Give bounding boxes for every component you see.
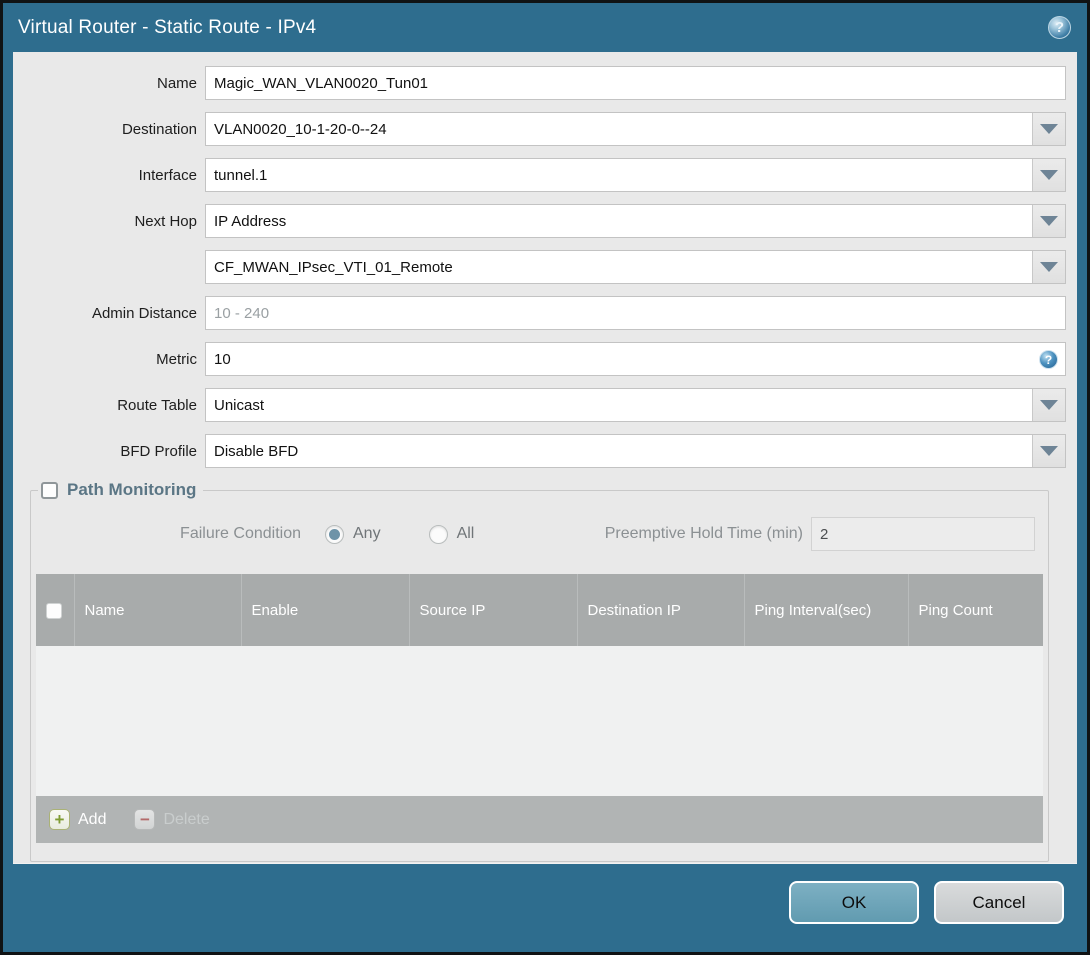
chevron-down-icon [1040, 446, 1058, 456]
path-monitoring-table: Name Enable Source IP Destination IP Pin… [36, 574, 1043, 843]
form-row-next-hop-address [13, 250, 1066, 284]
admin-distance-field-box [205, 296, 1066, 330]
name-label: Name [156, 74, 197, 92]
admin-distance-label: Admin Distance [91, 304, 197, 322]
table-header-select [36, 574, 75, 646]
preemptive-hold-time-input[interactable] [811, 517, 1035, 551]
form-row-destination: Destination [13, 112, 1066, 146]
interface-field-box [205, 158, 1066, 192]
destination-label: Destination [121, 120, 197, 138]
form-row-name: Name [13, 66, 1066, 100]
form-row-route-table: Route Table [13, 388, 1066, 422]
table-header-source-ip[interactable]: Source IP [409, 574, 578, 646]
delete-button-label: Delete [163, 810, 210, 828]
table-header-destination-ip[interactable]: Destination IP [577, 574, 745, 646]
chevron-down-icon [1040, 216, 1058, 226]
select-all-checkbox[interactable] [46, 602, 62, 619]
next-hop-dropdown-button[interactable] [1032, 205, 1065, 237]
table-empty-body [36, 646, 1043, 796]
next-hop-field-box [205, 204, 1066, 238]
path-monitoring-checkbox[interactable] [41, 481, 58, 499]
route-table-dropdown-button[interactable] [1032, 389, 1065, 421]
name-field-box [205, 66, 1066, 100]
form-row-metric: Metric ? [13, 342, 1066, 376]
radio-all-label: All [456, 525, 475, 542]
table-header-row: Name Enable Source IP Destination IP Pin… [36, 574, 1043, 646]
minus-icon: − [134, 809, 156, 830]
metric-help-icon[interactable]: ? [1039, 350, 1058, 369]
chevron-down-icon [1040, 124, 1058, 134]
failure-condition-label: Failure Condition [180, 525, 301, 542]
form-row-admin-distance: Admin Distance [13, 296, 1066, 330]
help-icon[interactable]: ? [1048, 16, 1071, 39]
route-table-input[interactable] [206, 389, 1065, 421]
form-row-interface: Interface [13, 158, 1066, 192]
form-row-next-hop: Next Hop [13, 204, 1066, 238]
chevron-down-icon [1040, 400, 1058, 410]
chevron-down-icon [1040, 170, 1058, 180]
metric-input[interactable] [206, 343, 1065, 375]
admin-distance-input[interactable] [206, 297, 1065, 329]
interface-label: Interface [138, 166, 197, 184]
destination-dropdown-button[interactable] [1032, 113, 1065, 145]
radio-any-label: Any [353, 525, 381, 542]
dialog-content: Name Destination Interface Next Hop [13, 52, 1077, 864]
name-input[interactable] [206, 67, 1065, 99]
bfd-profile-dropdown-button[interactable] [1032, 435, 1065, 467]
table-toolbar: + Add − Delete [36, 796, 1043, 843]
table-header-ping-interval[interactable]: Ping Interval(sec) [744, 574, 909, 646]
add-button[interactable]: + Add [49, 809, 106, 830]
route-table-label: Route Table [117, 396, 197, 414]
destination-input[interactable] [206, 113, 1065, 145]
failure-condition-row: Failure Condition Any All Preemptive Hol… [36, 516, 1043, 552]
radio-any[interactable] [325, 524, 344, 544]
path-monitoring-title: Path Monitoring [67, 480, 197, 499]
next-hop-address-field-box [205, 250, 1066, 284]
next-hop-type-input[interactable] [206, 205, 1065, 237]
delete-button[interactable]: − Delete [134, 809, 210, 830]
table-header-ping-count[interactable]: Ping Count [908, 574, 1043, 646]
route-table-field-box [205, 388, 1066, 422]
bfd-profile-input[interactable] [206, 435, 1065, 467]
form-row-bfd-profile: BFD Profile [13, 434, 1066, 468]
next-hop-label: Next Hop [134, 212, 197, 230]
bfd-profile-field-box [205, 434, 1066, 468]
failure-condition-option-any[interactable]: Any [325, 524, 381, 544]
metric-label: Metric [156, 350, 197, 368]
interface-dropdown-button[interactable] [1032, 159, 1065, 191]
destination-field-box [205, 112, 1066, 146]
path-monitoring-legend: Path Monitoring [38, 480, 203, 500]
failure-condition-option-all[interactable]: All [428, 524, 475, 544]
next-hop-address-input[interactable] [206, 251, 1065, 283]
path-monitoring-section: Path Monitoring Failure Condition Any Al… [30, 480, 1049, 862]
next-hop-address-dropdown-button[interactable] [1032, 251, 1065, 283]
dialog-title: Virtual Router - Static Route - IPv4 [18, 16, 317, 38]
metric-field-box: ? [205, 342, 1066, 376]
bfd-profile-label: BFD Profile [120, 442, 197, 460]
static-route-dialog: Virtual Router - Static Route - IPv4 ? N… [0, 0, 1090, 955]
interface-input[interactable] [206, 159, 1065, 191]
dialog-titlebar: Virtual Router - Static Route - IPv4 ? [3, 3, 1087, 52]
table-header-name[interactable]: Name [74, 574, 242, 646]
plus-icon: + [49, 809, 70, 830]
chevron-down-icon [1040, 262, 1058, 272]
ok-button[interactable]: OK [789, 881, 919, 924]
cancel-button[interactable]: Cancel [934, 881, 1064, 924]
preemptive-hold-time-label: Preemptive Hold Time (min) [604, 525, 803, 542]
dialog-footer: OK Cancel [3, 864, 1087, 952]
table-header-enable[interactable]: Enable [241, 574, 410, 646]
add-button-label: Add [78, 810, 107, 828]
radio-all[interactable] [428, 524, 448, 544]
